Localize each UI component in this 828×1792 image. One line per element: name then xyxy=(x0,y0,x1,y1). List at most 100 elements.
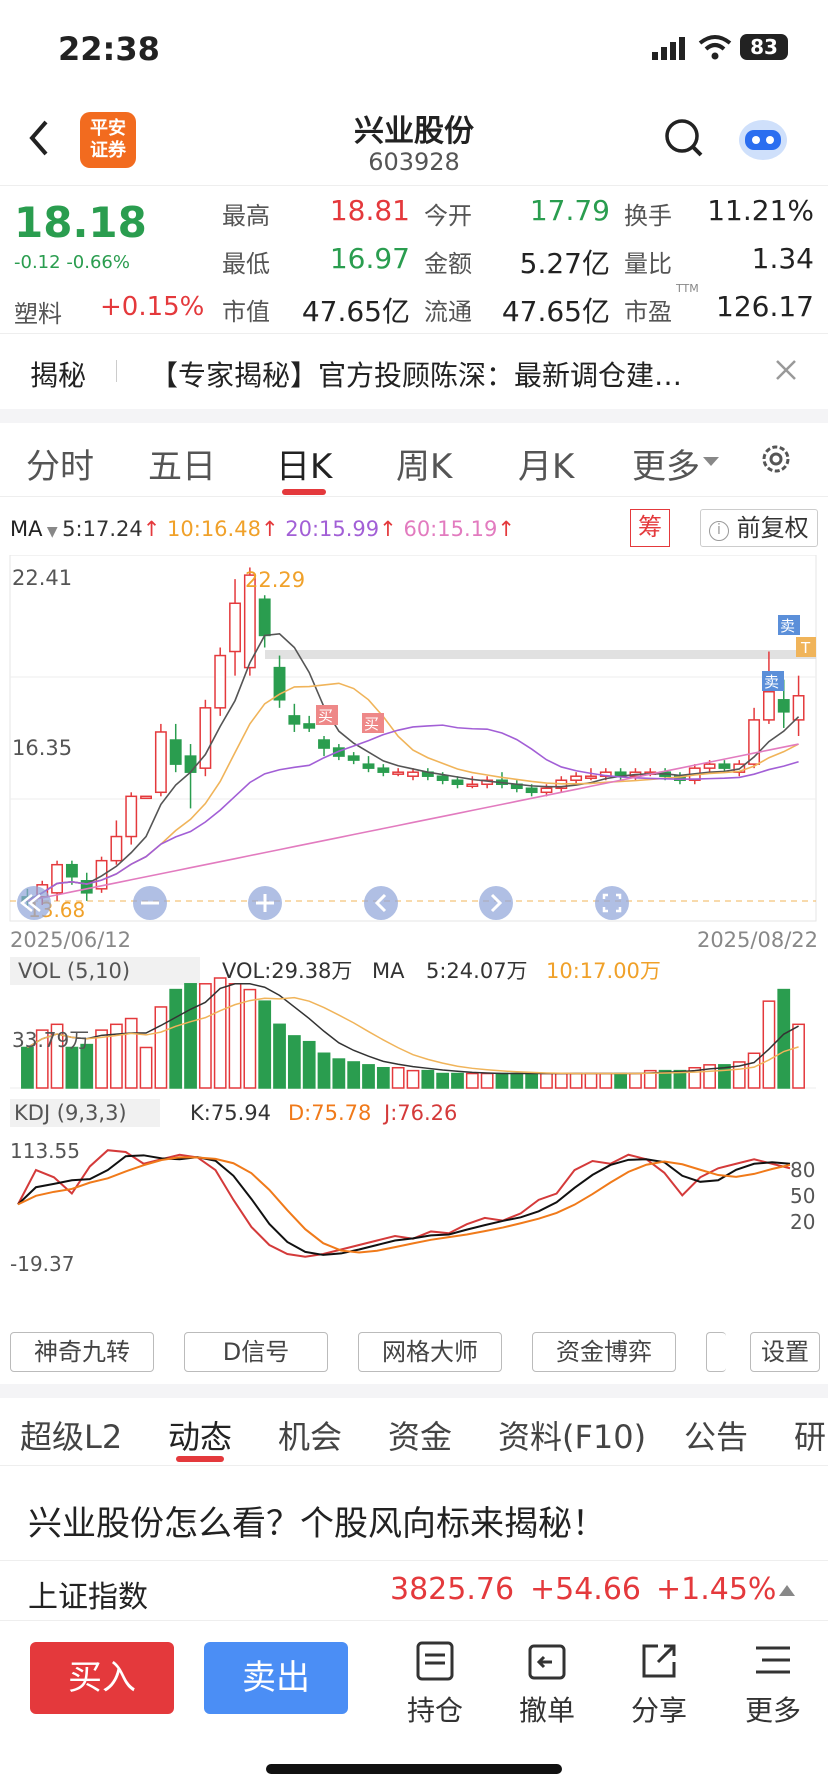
kdj-d: D:75.78 xyxy=(288,1101,371,1125)
tab-f10[interactable]: 资料(F10) xyxy=(498,1412,646,1458)
active-tab-indicator xyxy=(282,489,326,495)
index-row[interactable]: 上证指数 3825.76 +54.66 +1.45% xyxy=(0,1560,828,1620)
more-button[interactable]: 更多 xyxy=(738,1640,808,1729)
candle-body xyxy=(110,835,123,862)
vol-ma10: 10:17.00万 xyxy=(546,959,661,983)
volume-bar xyxy=(480,1072,494,1089)
tab-super-l2[interactable]: 超级L2 xyxy=(20,1412,122,1458)
tool-grid-master[interactable]: 网格大师 xyxy=(358,1332,502,1372)
divider xyxy=(0,1384,828,1398)
candle-body xyxy=(540,787,553,794)
tool-partial[interactable] xyxy=(706,1332,726,1372)
vol-y-label: 33.79万 xyxy=(12,1028,89,1052)
tab-capital[interactable]: 资金 xyxy=(388,1412,452,1458)
tab-intraday[interactable]: 分时 xyxy=(26,439,94,488)
zoom-controls xyxy=(17,886,629,920)
share-button[interactable]: 分享 xyxy=(624,1640,694,1729)
buy-button[interactable]: 买入 xyxy=(30,1642,174,1714)
tab-more[interactable]: 更多 xyxy=(632,439,700,488)
volume-bar xyxy=(21,1046,34,1089)
headline[interactable]: 兴业股份怎么看？个股风向标来揭秘！ xyxy=(28,1496,606,1545)
volume-bar xyxy=(332,1058,346,1089)
battery-icon: 83 xyxy=(740,34,788,60)
news-ticker[interactable]: 揭秘 【专家揭秘】官方投顾陈深：最新调仓建… xyxy=(0,333,828,409)
volume-bar xyxy=(124,1017,138,1089)
volume-bar xyxy=(495,1072,509,1089)
caret-up-icon[interactable] xyxy=(778,1582,796,1601)
low-value: 16.97 xyxy=(329,242,410,275)
tab-weekly-k[interactable]: 周K xyxy=(396,439,452,488)
chip-distribution-button[interactable]: 筹 xyxy=(630,509,670,547)
mcap-value: 47.65亿 xyxy=(301,295,410,328)
float-value: 47.65亿 xyxy=(501,295,610,328)
high-label: 最高 xyxy=(222,202,270,230)
tab-five-day[interactable]: 五日 xyxy=(148,439,216,488)
candle-body xyxy=(762,690,775,721)
candle-body xyxy=(229,602,241,653)
index-change: +54.66 xyxy=(530,1572,642,1607)
tab-daily-k[interactable]: 日K xyxy=(276,439,332,488)
tool-capital-game[interactable]: 资金博弈 xyxy=(532,1332,676,1372)
date-end: 2025/08/22 xyxy=(697,928,818,952)
tool-settings[interactable]: 设置 xyxy=(750,1332,820,1372)
gear-icon[interactable] xyxy=(758,441,794,481)
tab-news[interactable]: 动态 xyxy=(168,1412,232,1458)
volume-bar xyxy=(584,1072,598,1089)
kdj-k: K:75.94 xyxy=(190,1101,271,1125)
vol-ma-label: MA xyxy=(372,959,405,983)
volume-bar xyxy=(169,988,183,1089)
tab-research[interactable]: 研 xyxy=(794,1412,826,1458)
search-icon[interactable] xyxy=(664,118,704,162)
candle-body xyxy=(125,795,138,838)
candle-body xyxy=(51,863,64,894)
amount-value: 5.27亿 xyxy=(519,247,610,280)
close-icon[interactable] xyxy=(774,358,798,386)
sell-marker-label: 卖 xyxy=(764,673,779,691)
turnover-label: 换手 xyxy=(624,202,672,230)
volume-bar xyxy=(391,1066,405,1089)
volume-bar xyxy=(258,1000,272,1089)
tab-monthly-k[interactable]: 月K xyxy=(518,439,574,488)
change-pct: -0.66% xyxy=(66,252,130,273)
active-tab-indicator xyxy=(176,1456,224,1462)
adjust-button[interactable]: i 前复权 xyxy=(700,509,818,547)
sector-name[interactable]: 塑料 xyxy=(14,294,62,329)
tab-announcement[interactable]: 公告 xyxy=(684,1412,748,1458)
candle-body xyxy=(214,654,227,709)
volume-bar xyxy=(287,1035,301,1089)
index-pct: +1.45% xyxy=(656,1572,777,1607)
tab-opportunity[interactable]: 机会 xyxy=(278,1412,342,1458)
ma-label[interactable]: MA xyxy=(10,517,42,541)
volume-bar xyxy=(139,1046,153,1089)
kline-chart[interactable]: 22.41 16.35 22.29 13.68 买 买 卖 卖 T 2025/0… xyxy=(0,555,828,1377)
tool-magic-nine[interactable]: 神奇九转 xyxy=(10,1332,154,1372)
volume-bar xyxy=(243,988,257,1089)
hold-button[interactable]: 持仓 xyxy=(400,1640,470,1729)
volume-bar xyxy=(510,1072,524,1089)
more-label: 更多 xyxy=(744,1694,801,1727)
volume-bar xyxy=(302,1040,316,1089)
volume-bar xyxy=(154,1006,168,1089)
kdj-k-line xyxy=(17,1154,791,1256)
change-value: -0.12 xyxy=(14,252,61,273)
candle-body xyxy=(140,795,152,800)
y-label-mid: 16.35 xyxy=(12,736,72,760)
vol-value: VOL:29.38万 xyxy=(222,959,352,983)
mcap-label: 市值 xyxy=(222,298,270,326)
volume-bar xyxy=(273,1023,286,1089)
ma10-line xyxy=(27,682,799,902)
home-indicator xyxy=(266,1764,562,1774)
tool-d-signal[interactable]: D信号 xyxy=(184,1332,328,1372)
ma60-value: 60:15.19 xyxy=(403,517,498,541)
kdj-j-line xyxy=(17,1149,791,1258)
candle-body xyxy=(258,598,271,637)
robot-assistant-icon[interactable] xyxy=(736,114,790,166)
kdj-y-bottom: -19.37 xyxy=(10,1252,74,1276)
wifi-icon xyxy=(698,34,732,64)
chart-area[interactable]: MA ▼ 5:17.24↑ 10:16.48↑ 20:15.99↑ 60:15.… xyxy=(0,497,828,1377)
cancel-order-button[interactable]: 撤单 xyxy=(512,1640,582,1729)
sell-button[interactable]: 卖出 xyxy=(204,1642,348,1714)
candles xyxy=(21,567,805,909)
ticker-text[interactable]: 【专家揭秘】官方投顾陈深：最新调仓建… xyxy=(150,354,740,394)
scroll-left-icon xyxy=(364,886,398,920)
